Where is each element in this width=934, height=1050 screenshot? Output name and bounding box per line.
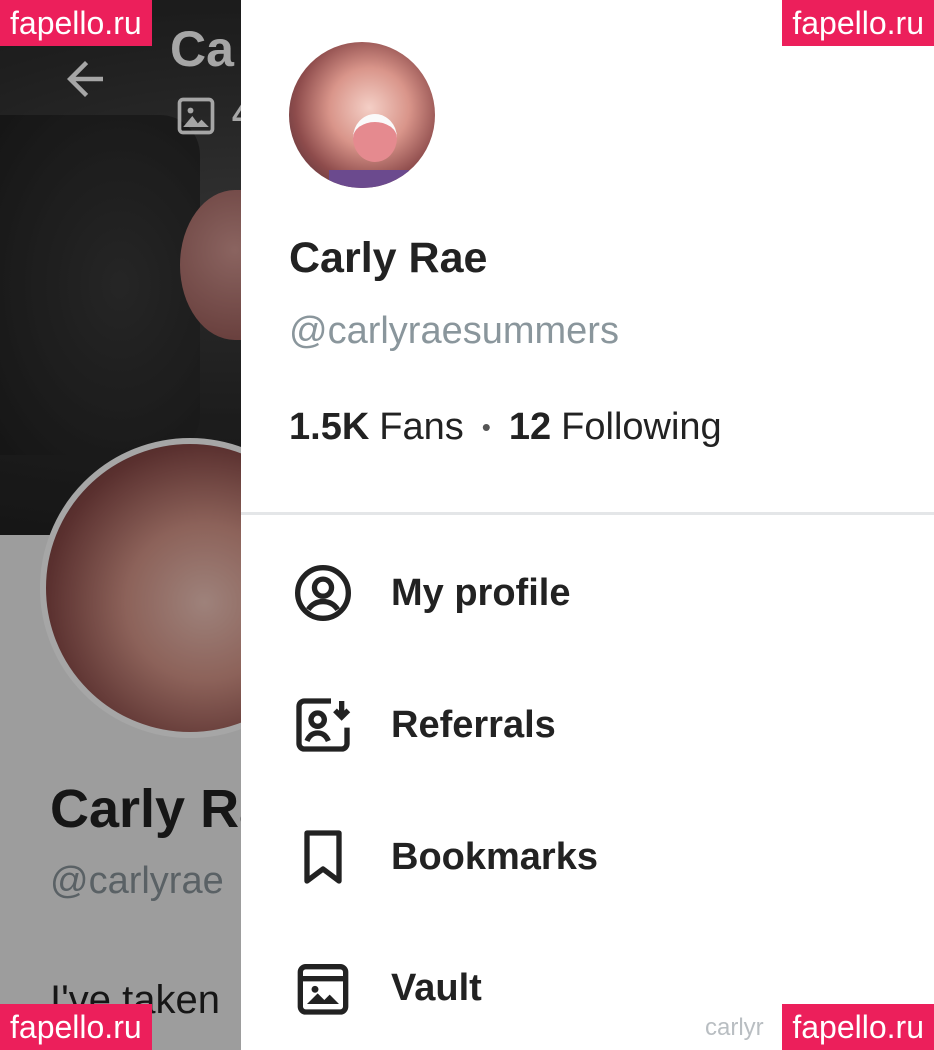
bookmark-icon <box>304 830 342 884</box>
side-drawer: Carly Rae @carlyraesummers 1.5K Fans • 1… <box>241 0 934 1050</box>
watermark-top-right: fapello.ru <box>782 0 934 46</box>
menu-item-label: Bookmarks <box>391 835 598 878</box>
user-name[interactable]: Carly Rae <box>289 234 487 283</box>
menu-item-referrals[interactable]: Referrals <box>291 685 891 765</box>
following-label[interactable]: Following <box>561 406 722 449</box>
following-count[interactable]: 12 <box>509 406 551 449</box>
avatar[interactable] <box>289 42 435 188</box>
user-handle[interactable]: @carlyraesummers <box>289 310 619 353</box>
footer-text: carlyr <box>705 1014 764 1041</box>
menu-item-my-profile[interactable]: My profile <box>291 553 891 633</box>
watermark-bottom-right: fapello.ru <box>782 1004 934 1050</box>
divider <box>241 512 934 515</box>
fans-label[interactable]: Fans <box>379 406 463 449</box>
menu-item-bookmarks[interactable]: Bookmarks <box>291 817 891 897</box>
menu-item-label: My profile <box>391 571 571 614</box>
stats-separator: • <box>481 412 491 442</box>
vault-icon <box>297 964 349 1015</box>
menu-item-label: Referrals <box>391 703 556 746</box>
watermark-bottom-left: fapello.ru <box>0 1004 152 1050</box>
menu-item-label: Vault <box>391 966 482 1009</box>
user-stats: 1.5K Fans • 12 Following <box>289 406 722 449</box>
fans-count[interactable]: 1.5K <box>289 406 369 449</box>
profile-circle-icon <box>295 565 351 621</box>
watermark-top-left: fapello.ru <box>0 0 152 46</box>
referrals-icon <box>296 698 351 752</box>
